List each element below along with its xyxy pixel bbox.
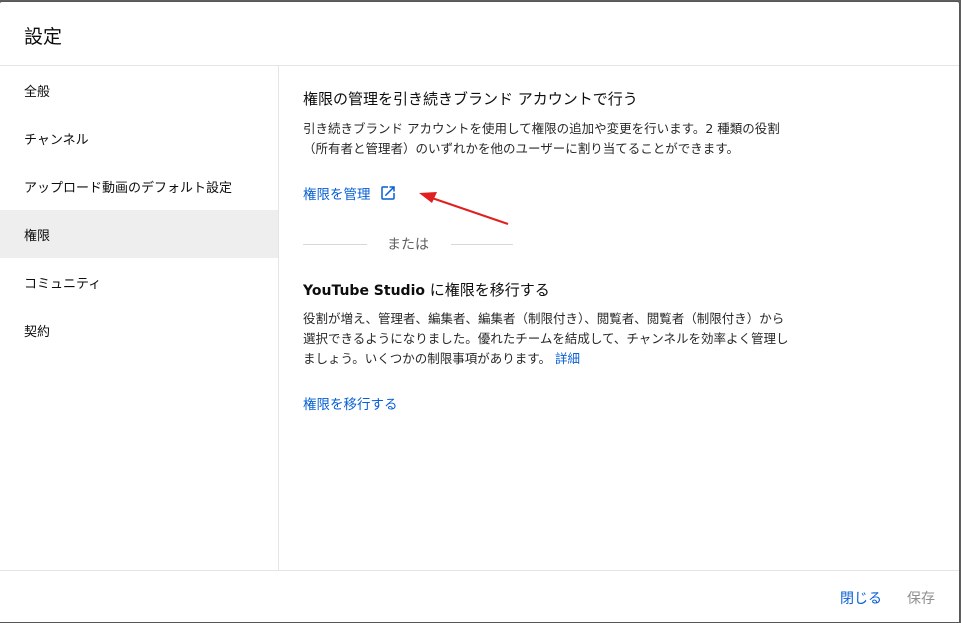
- studio-desc-line-last: ましょう。いくつかの制限事項があります。 詳細: [303, 349, 823, 369]
- dialog-title: 設定: [24, 26, 63, 48]
- dialog-header: 設定: [0, 2, 959, 66]
- studio-desc-text: ましょう。いくつかの制限事項があります。: [303, 351, 552, 366]
- studio-desc-line: 選択できるようになりました。優れたチームを結成して、チャンネルを効率よく管理し: [303, 331, 789, 346]
- manage-permissions-label: 権限を管理: [303, 187, 371, 203]
- sidebar-item-community[interactable]: コミュニティ: [0, 258, 278, 306]
- sidebar-item-upload-defaults[interactable]: アップロード動画のデフォルト設定: [0, 162, 278, 210]
- sidebar-item-agreements[interactable]: 契約: [0, 306, 278, 354]
- dialog-footer: 閉じる 保存: [0, 570, 959, 623]
- manage-permissions-link[interactable]: 権限を管理: [303, 183, 397, 203]
- details-link[interactable]: 詳細: [555, 351, 580, 366]
- studio-desc-line: 役割が増え、管理者、編集者、編集者（制限付き）、閲覧者、閲覧者（制限付き）から: [303, 311, 785, 326]
- migrate-permissions-link[interactable]: 権限を移行する: [303, 393, 398, 413]
- sidebar-item-channel[interactable]: チャンネル: [0, 114, 278, 162]
- brand-desc-line: （所有者と管理者）のいずれかを他のユーザーに割り当てることができます。: [303, 141, 740, 156]
- studio-title-bold: YouTube Studio: [303, 283, 425, 299]
- studio-section-description: 役割が増え、管理者、編集者、編集者（制限付き）、閲覧者、閲覧者（制限付き）から …: [303, 309, 823, 369]
- or-divider: または: [303, 232, 513, 256]
- settings-dialog: 設定 全般 チャンネル アップロード動画のデフォルト設定 権限 コミュニティ 契…: [0, 2, 959, 622]
- divider-line-right: [451, 244, 513, 245]
- settings-sidebar: 全般 チャンネル アップロード動画のデフォルト設定 権限 コミュニティ 契約: [0, 66, 279, 570]
- brand-section-title: 権限の管理を引き続きブランド アカウントで行う: [303, 90, 638, 108]
- brand-desc-line: 引き続きブランド アカウントを使用して権限の追加や変更を行います。2 種類の役割: [303, 121, 780, 136]
- brand-section-description: 引き続きブランド アカウントを使用して権限の追加や変更を行います。2 種類の役割…: [303, 119, 813, 159]
- sidebar-item-permissions[interactable]: 権限: [0, 210, 278, 258]
- save-button[interactable]: 保存: [907, 588, 935, 608]
- open-in-new-icon: [380, 186, 395, 200]
- close-button[interactable]: 閉じる: [840, 588, 882, 608]
- studio-section-title: YouTube Studio に権限を移行する: [303, 279, 550, 300]
- studio-title-rest: に権限を移行する: [425, 281, 550, 299]
- sidebar-item-general[interactable]: 全般: [0, 66, 278, 114]
